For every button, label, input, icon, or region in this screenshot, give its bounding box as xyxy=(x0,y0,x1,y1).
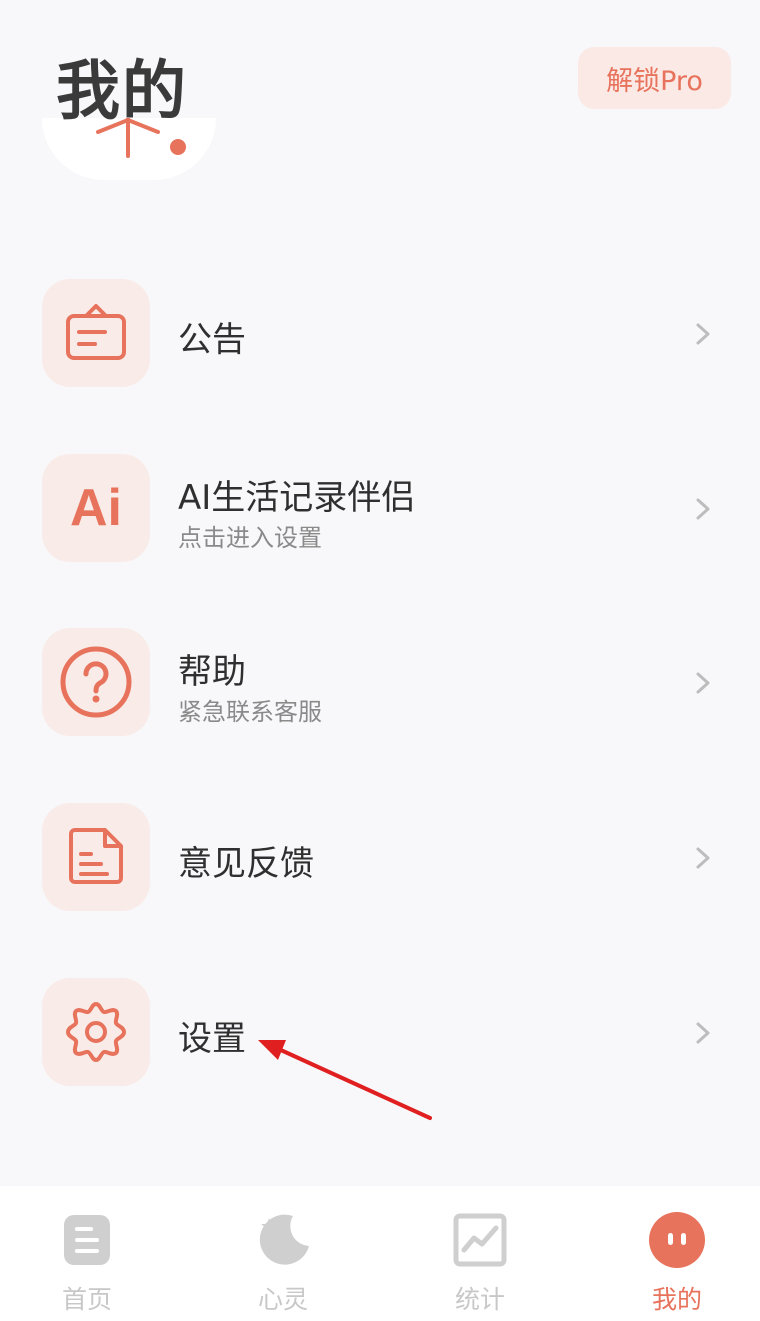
chart-icon xyxy=(453,1213,507,1267)
home-list-icon xyxy=(64,1215,110,1265)
document-icon xyxy=(42,803,150,911)
menu-title: 意见反馈 xyxy=(178,844,314,884)
tab-label: 首页 xyxy=(61,1285,112,1314)
menu-item-help[interactable]: 帮助 紧急联系客服 xyxy=(0,628,760,738)
menu-subtitle: 紧急联系客服 xyxy=(178,698,322,726)
menu-item-notice[interactable]: 公告 xyxy=(0,279,760,389)
menu-item-feedback[interactable]: 意见反馈 xyxy=(0,803,760,913)
menu-title: 帮助 xyxy=(178,652,246,692)
tab-stats[interactable]: 统计 xyxy=(410,1186,550,1321)
ai-icon: Ai xyxy=(42,454,150,562)
tab-home[interactable]: 首页 xyxy=(17,1186,157,1321)
chevron-right-icon xyxy=(696,847,710,869)
unlock-pro-button[interactable]: 解锁Pro xyxy=(578,47,731,109)
gear-icon xyxy=(42,978,150,1086)
chevron-right-icon xyxy=(696,1022,710,1044)
tab-soul[interactable]: 心灵 xyxy=(213,1186,353,1321)
ai-icon-text: Ai xyxy=(70,479,122,537)
moon-star-icon xyxy=(259,1214,309,1265)
page-title: 我的 xyxy=(56,55,188,129)
menu-subtitle: 点击进入设置 xyxy=(178,524,322,552)
chevron-right-icon xyxy=(696,498,710,520)
chevron-right-icon xyxy=(696,672,710,694)
tab-mine[interactable]: 我的 xyxy=(607,1186,747,1321)
menu-title: 公告 xyxy=(178,320,246,360)
annotation-arrow-icon xyxy=(258,1040,432,1120)
tab-label: 我的 xyxy=(651,1285,702,1314)
menu-item-ai-companion[interactable]: Ai AI生活记录伴侣 点击进入设置 xyxy=(0,454,760,564)
notice-board-icon xyxy=(42,279,150,387)
bottom-tab-bar: 首页 心灵 统计 我的 xyxy=(0,1186,760,1321)
menu-title: 设置 xyxy=(178,1019,246,1059)
menu-title: AI生活记录伴侣 xyxy=(178,478,416,518)
tab-label: 统计 xyxy=(454,1285,505,1314)
question-circle-icon xyxy=(42,628,150,736)
chevron-right-icon xyxy=(696,323,710,345)
profile-face-icon xyxy=(649,1212,705,1268)
tab-label: 心灵 xyxy=(257,1285,308,1314)
